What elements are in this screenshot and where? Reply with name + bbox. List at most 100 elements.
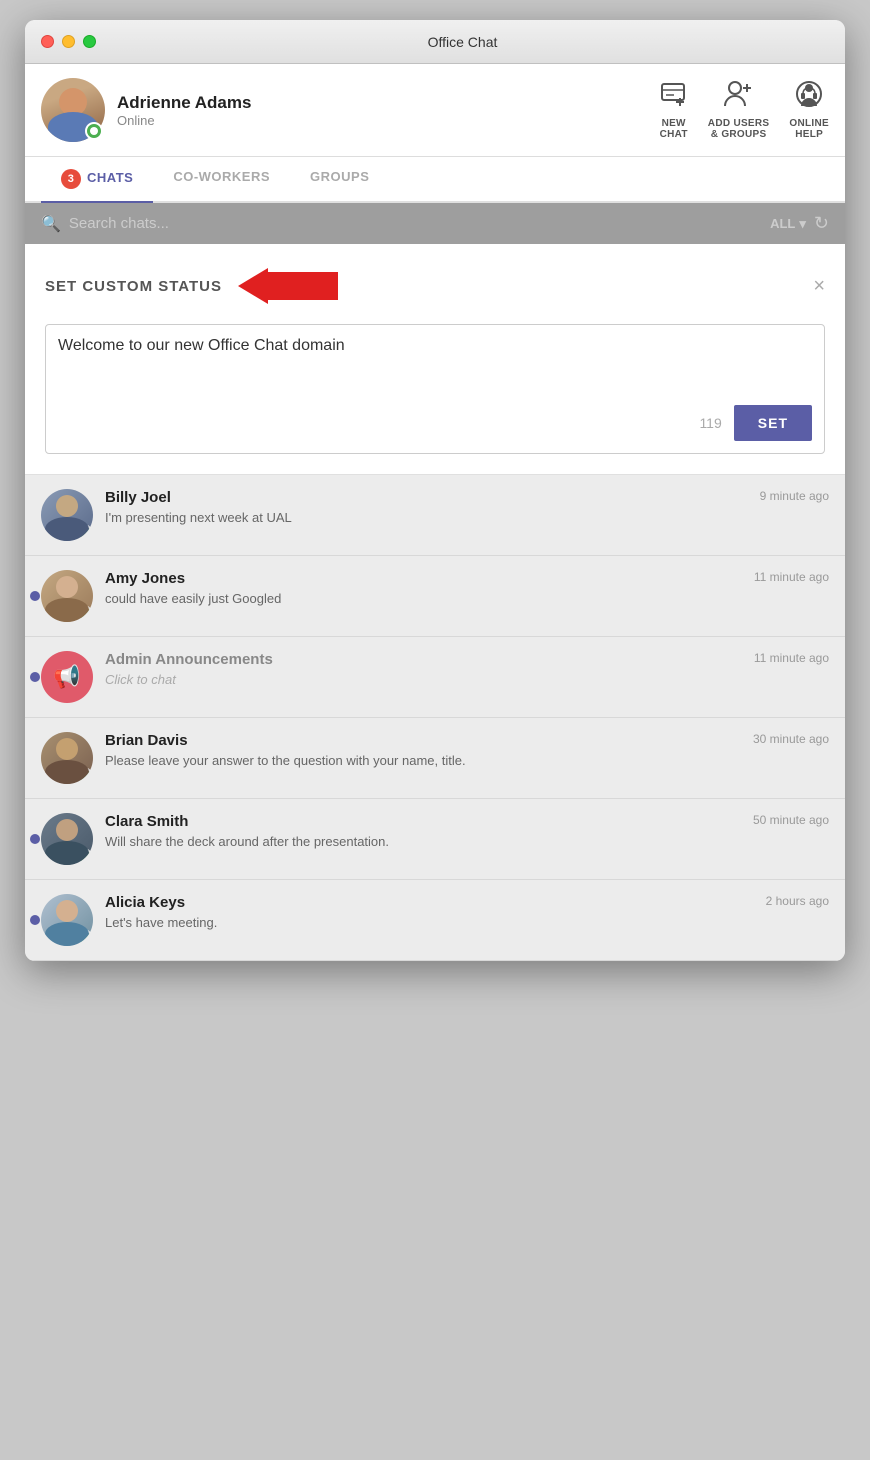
- chat-content-billy: Billy Joel 9 minute ago I'm presenting n…: [105, 489, 829, 525]
- chat-message-admin: Click to chat: [105, 672, 829, 687]
- add-users-icon: [723, 80, 755, 114]
- chat-message-billy: I'm presenting next week at UAL: [105, 510, 829, 525]
- online-badge-alicia: [76, 929, 92, 945]
- search-filter-dropdown[interactable]: ALL ▾: [770, 216, 806, 232]
- header: Adrienne Adams Online NEWCHAT: [25, 64, 845, 157]
- chat-message-clara: Will share the deck around after the pre…: [105, 834, 829, 849]
- window-title: Office Chat: [96, 34, 829, 50]
- chat-content-amy: Amy Jones 11 minute ago could have easil…: [105, 570, 829, 606]
- avatar-amy-jones: [41, 570, 93, 622]
- user-avatar-container: [41, 78, 105, 142]
- close-button[interactable]: [41, 35, 54, 48]
- chat-header-amy: Amy Jones 11 minute ago: [105, 570, 829, 587]
- avatar-clara-smith: [41, 813, 93, 865]
- unread-dot-clara: [30, 834, 40, 844]
- search-input[interactable]: [69, 215, 762, 232]
- chat-content-alicia: Alicia Keys 2 hours ago Let's have meeti…: [105, 894, 829, 930]
- chat-item-alicia-keys[interactable]: Alicia Keys 2 hours ago Let's have meeti…: [25, 880, 845, 961]
- unread-dot-alicia: [30, 915, 40, 925]
- header-actions: NEWCHAT ADD USERS& GROUPS: [660, 80, 829, 140]
- chat-item-billy-joel[interactable]: Billy Joel 9 minute ago I'm presenting n…: [25, 475, 845, 556]
- online-badge-clara: [76, 848, 92, 864]
- chat-list: Billy Joel 9 minute ago I'm presenting n…: [25, 475, 845, 961]
- chat-content-admin: Admin Announcements 11 minute ago Click …: [105, 651, 829, 687]
- red-arrow: [238, 268, 338, 304]
- status-text-input[interactable]: Welcome to our new Office Chat domain: [58, 337, 812, 397]
- user-info: Adrienne Adams Online: [117, 93, 660, 128]
- new-chat-button[interactable]: NEWCHAT: [660, 80, 688, 140]
- chat-name-brian: Brian Davis: [105, 732, 188, 749]
- arrow-head-shape: [238, 268, 268, 304]
- chat-name-amy: Amy Jones: [105, 570, 185, 587]
- avatar-billy-joel: [41, 489, 93, 541]
- tabs-bar: 3CHATS CO-WORKERS GROUPS: [25, 157, 845, 203]
- add-users-button[interactable]: ADD USERS& GROUPS: [708, 80, 770, 140]
- char-count: 119: [699, 415, 721, 431]
- arrow-body-shape: [268, 272, 338, 300]
- chat-content-brian: Brian Davis 30 minute ago Please leave y…: [105, 732, 829, 768]
- chevron-down-icon: ▾: [799, 216, 806, 232]
- chat-header-alicia: Alicia Keys 2 hours ago: [105, 894, 829, 911]
- avatar-brian-davis: [41, 732, 93, 784]
- title-bar: Office Chat: [25, 20, 845, 64]
- tab-coworkers[interactable]: CO-WORKERS: [153, 157, 290, 201]
- chat-time-clara: 50 minute ago: [753, 813, 829, 827]
- online-badge-brian: [76, 767, 92, 783]
- user-name: Adrienne Adams: [117, 93, 660, 113]
- set-status-button[interactable]: SET: [734, 405, 812, 441]
- close-popup-button[interactable]: ×: [813, 275, 825, 298]
- chat-content-clara: Clara Smith 50 minute ago Will share the…: [105, 813, 829, 849]
- unread-dot-amy: [30, 591, 40, 601]
- popup-header: SET CUSTOM STATUS ×: [45, 268, 825, 304]
- unread-dot-admin: [30, 672, 40, 682]
- chat-message-amy: could have easily just Googled: [105, 591, 829, 606]
- chat-name-alicia: Alicia Keys: [105, 894, 185, 911]
- maximize-button[interactable]: [83, 35, 96, 48]
- chat-name-billy: Billy Joel: [105, 489, 171, 506]
- chat-message-brian: Please leave your answer to the question…: [105, 753, 829, 768]
- chat-item-clara-smith[interactable]: Clara Smith 50 minute ago Will share the…: [25, 799, 845, 880]
- chat-time-admin: 11 minute ago: [754, 651, 829, 665]
- new-chat-icon: [660, 80, 688, 114]
- chat-time-alicia: 2 hours ago: [766, 894, 829, 908]
- chat-header-billy: Billy Joel 9 minute ago: [105, 489, 829, 506]
- chat-header-clara: Clara Smith 50 minute ago: [105, 813, 829, 830]
- chats-badge: 3: [61, 169, 81, 189]
- avatar-admin-announcements: 📢: [41, 651, 93, 703]
- chat-header-admin: Admin Announcements 11 minute ago: [105, 651, 829, 668]
- megaphone-icon: 📢: [53, 664, 80, 690]
- user-status: Online: [117, 113, 660, 128]
- chat-message-alicia: Let's have meeting.: [105, 915, 829, 930]
- popup-title: SET CUSTOM STATUS: [45, 278, 222, 295]
- chat-name-clara: Clara Smith: [105, 813, 188, 830]
- chat-time-amy: 11 minute ago: [754, 570, 829, 584]
- popup-title-row: SET CUSTOM STATUS: [45, 268, 338, 304]
- refresh-icon[interactable]: ↻: [814, 213, 829, 234]
- online-status-badge: [85, 122, 103, 140]
- online-help-button[interactable]: ONLINEHELP: [789, 80, 829, 140]
- textarea-footer: 119 SET: [58, 405, 812, 441]
- search-bar: 🔍 ALL ▾ ↻: [25, 203, 845, 244]
- avatar-alicia-keys: [41, 894, 93, 946]
- traffic-lights: [41, 35, 96, 48]
- custom-status-popup: SET CUSTOM STATUS × Welcome to our new O…: [25, 244, 845, 475]
- tab-chats[interactable]: 3CHATS: [41, 157, 153, 203]
- online-badge-amy: [76, 605, 92, 621]
- chat-time-billy: 9 minute ago: [760, 489, 829, 503]
- new-chat-label: NEWCHAT: [660, 118, 688, 140]
- add-users-label: ADD USERS& GROUPS: [708, 118, 770, 140]
- chat-time-brian: 30 minute ago: [753, 732, 829, 746]
- chat-name-admin: Admin Announcements: [105, 651, 273, 668]
- online-help-label: ONLINEHELP: [789, 118, 829, 140]
- chat-header-brian: Brian Davis 30 minute ago: [105, 732, 829, 749]
- online-badge-billy: [76, 524, 92, 540]
- app-window: Office Chat Adrienne Adams Online: [25, 20, 845, 961]
- status-textarea-wrap: Welcome to our new Office Chat domain 11…: [45, 324, 825, 454]
- tab-groups[interactable]: GROUPS: [290, 157, 389, 201]
- search-icon: 🔍: [41, 214, 61, 234]
- chat-item-amy-jones[interactable]: Amy Jones 11 minute ago could have easil…: [25, 556, 845, 637]
- minimize-button[interactable]: [62, 35, 75, 48]
- chat-item-admin-announcements[interactable]: 📢 Admin Announcements 11 minute ago Clic…: [25, 637, 845, 718]
- chat-item-brian-davis[interactable]: Brian Davis 30 minute ago Please leave y…: [25, 718, 845, 799]
- online-help-icon: [795, 80, 823, 114]
